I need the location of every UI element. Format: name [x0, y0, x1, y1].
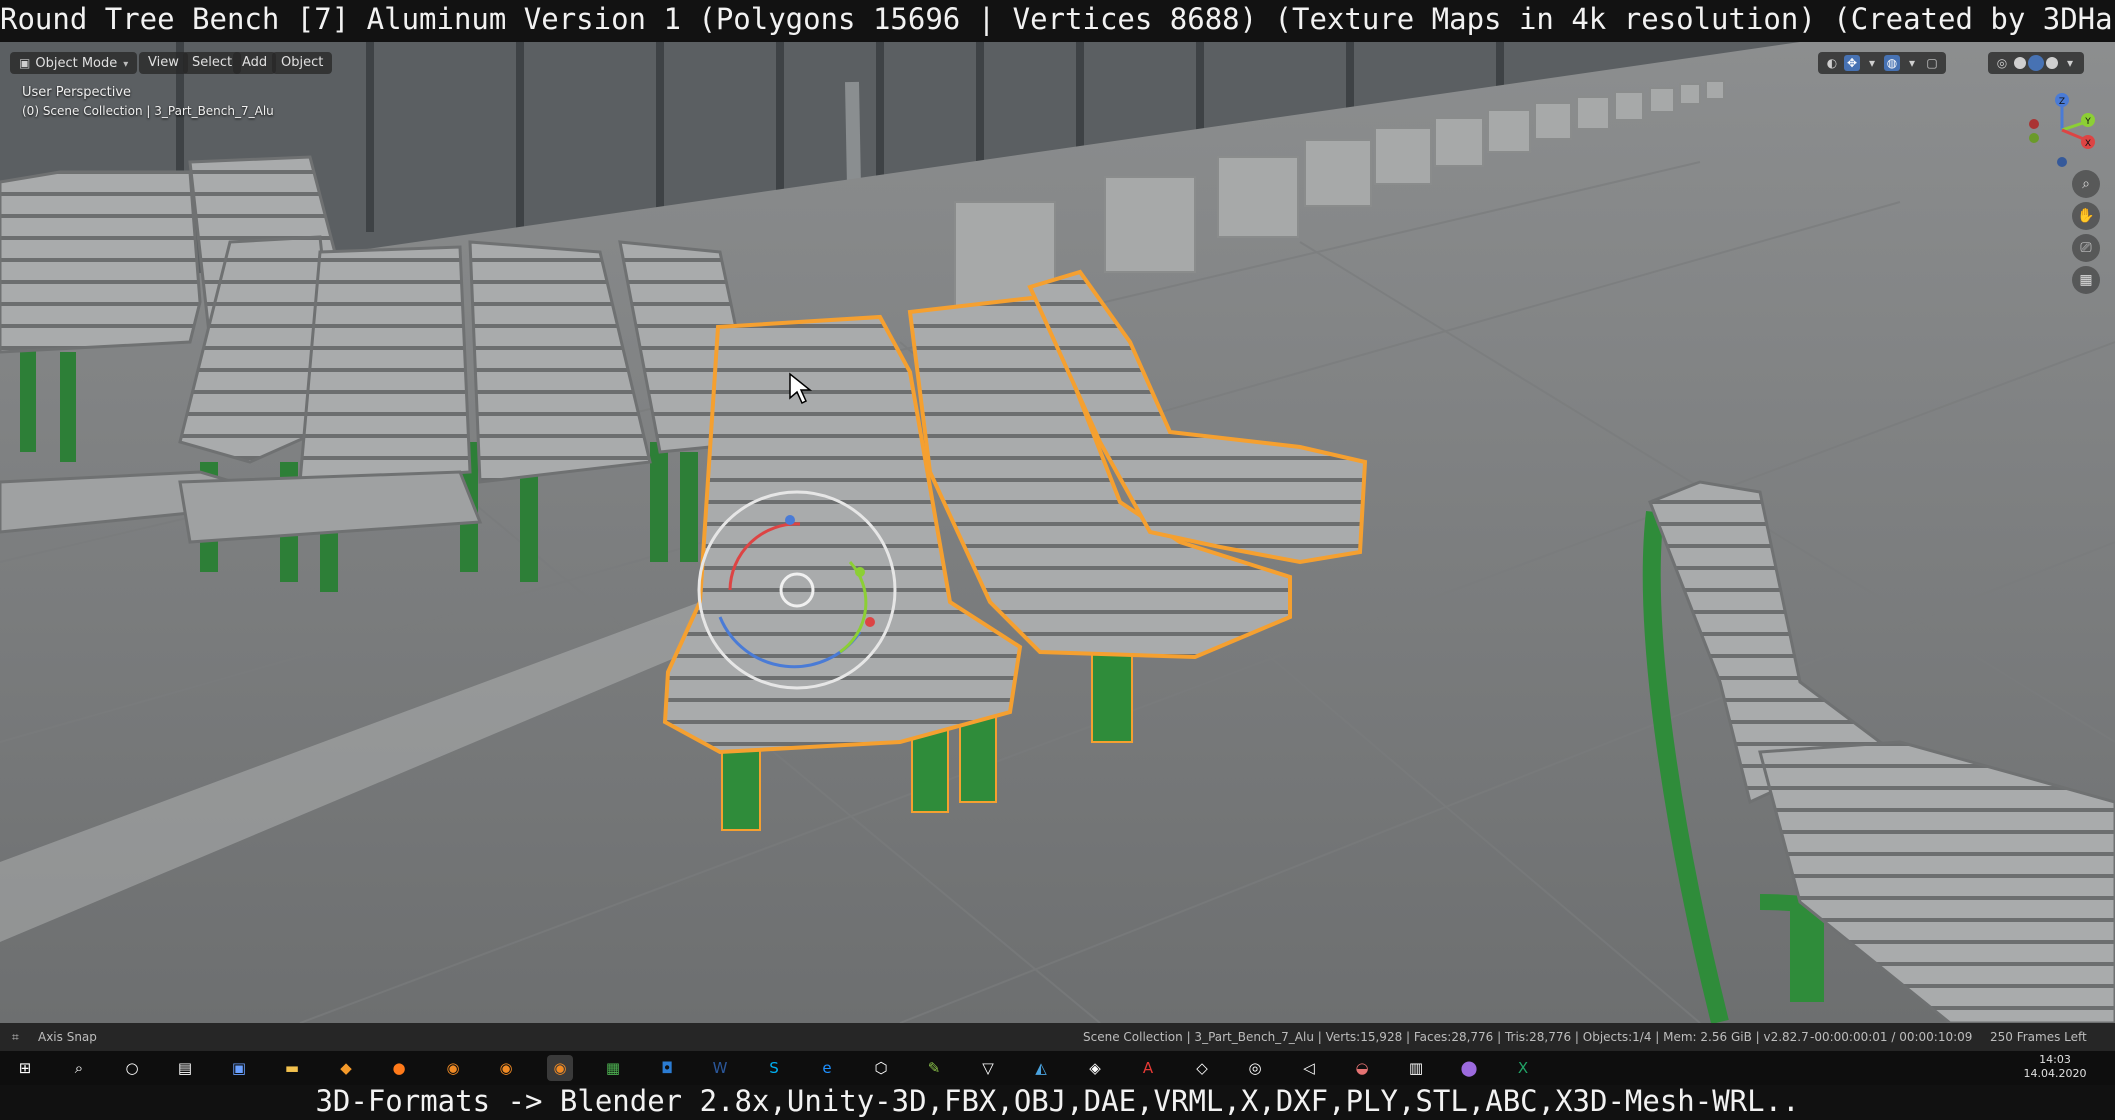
- menu-add[interactable]: Add: [233, 52, 277, 74]
- wireframe-shading-icon[interactable]: ◎: [1994, 55, 2010, 71]
- blender-active-icon[interactable]: ◉: [547, 1055, 573, 1081]
- maps-pin-icon[interactable]: ⬤: [1456, 1055, 1482, 1081]
- perspective-grid-icon[interactable]: ▦: [2072, 266, 2100, 294]
- collection-label: (0) Scene Collection | 3_Part_Bench_7_Al…: [22, 104, 274, 118]
- chevron-down-icon: ▾: [123, 59, 129, 70]
- scene-statistics: Scene Collection | 3_Part_Bench_7_Alu | …: [1083, 1030, 1809, 1044]
- chevron-down-icon[interactable]: ▾: [1864, 55, 1880, 71]
- video-title-banner: Round Tree Bench [7] Aluminum Version 1 …: [0, 0, 2115, 42]
- excel-icon[interactable]: X: [1510, 1055, 1536, 1081]
- gizmo-x-label: X: [2085, 139, 2091, 149]
- windows-taskbar: ⊞ ⌕ ○ ▤ ▣ ▬ ◆ ● ◉ ◉ ◉ ▦ ◘ W S e ⬡ ✎ ▽ ◭ …: [0, 1051, 2115, 1085]
- skype-icon[interactable]: S: [761, 1055, 787, 1081]
- gimp-icon[interactable]: ✎: [921, 1055, 947, 1081]
- pan-hand-icon[interactable]: ✋: [2072, 202, 2100, 230]
- acrobat-icon[interactable]: A: [1135, 1055, 1161, 1081]
- file-explorer-icon[interactable]: ▬: [279, 1055, 305, 1081]
- chevron-down-icon[interactable]: ▾: [2062, 55, 2078, 71]
- edge-icon[interactable]: e: [814, 1055, 840, 1081]
- visibility-tools: ◐ ✥ ▾ ◍ ▾ ▢: [1818, 52, 1946, 74]
- flame-app-icon[interactable]: ◆: [333, 1055, 359, 1081]
- menu-object[interactable]: Object: [272, 52, 333, 74]
- chevron-down-icon[interactable]: ▾: [1904, 55, 1920, 71]
- status-hint: Axis Snap: [38, 1030, 97, 1044]
- zoom-icon[interactable]: ⌕: [2072, 170, 2100, 198]
- rendered-shading-icon[interactable]: [2046, 57, 2058, 69]
- blender-icon[interactable]: ◉: [440, 1055, 466, 1081]
- overlays-toggle-icon[interactable]: ◍: [1884, 55, 1900, 71]
- unity-icon[interactable]: ◇: [1189, 1055, 1215, 1081]
- object-mode-icon: ▣: [19, 56, 31, 70]
- clock-time: 14:03: [2039, 1053, 2071, 1066]
- viewport-header: ▣ Object Mode ▾ View Select Add Object ◐ ✥…: [0, 42, 2115, 80]
- selectability-icon[interactable]: ◐: [1824, 55, 1840, 71]
- search-icon[interactable]: ⌕: [66, 1055, 92, 1081]
- outlook-icon[interactable]: ◘: [654, 1055, 680, 1081]
- 3d-viewport[interactable]: ▣ Object Mode ▾ View Select Add Object ◐ ✥…: [0, 42, 2115, 1023]
- visual-studio-icon[interactable]: ◁: [1296, 1055, 1322, 1081]
- paint-app-icon[interactable]: ◒: [1349, 1055, 1375, 1081]
- gizmo-toggle-icon[interactable]: ✥: [1844, 55, 1860, 71]
- object-mode-dropdown[interactable]: ▣ Object Mode ▾: [10, 52, 138, 74]
- material-preview-shading-icon[interactable]: [2030, 57, 2042, 69]
- camera-view-icon[interactable]: ⎚: [2072, 234, 2100, 262]
- image-editor-icon[interactable]: ▦: [600, 1055, 626, 1081]
- vmware-icon[interactable]: ◈: [1082, 1055, 1108, 1081]
- solid-shading-icon[interactable]: [2014, 57, 2026, 69]
- firefox-icon[interactable]: ●: [386, 1055, 412, 1081]
- 3d-viewer-icon[interactable]: ⬡: [868, 1055, 894, 1081]
- windows-start-icon[interactable]: ⊞: [12, 1055, 38, 1081]
- sketch-app-icon[interactable]: ◭: [1028, 1055, 1054, 1081]
- vector-app-icon[interactable]: ▽: [975, 1055, 1001, 1081]
- calculator-icon[interactable]: ▥: [1403, 1055, 1429, 1081]
- save-disk-icon[interactable]: ▣: [226, 1055, 252, 1081]
- timecode: -00:00:00:01 / 00:00:10:09: [1810, 1030, 1973, 1044]
- formats-caption: 3D-Formats -> Blender 2.8x,Unity-3D,FBX,…: [0, 1085, 2115, 1120]
- navigation-gizmo[interactable]: Z Y X: [2020, 90, 2110, 170]
- menu-view[interactable]: View: [139, 52, 188, 74]
- gizmo-z-label: Z: [2059, 97, 2065, 107]
- view-name-label: User Perspective: [22, 85, 132, 100]
- scene-render: [0, 42, 2115, 1023]
- xray-toggle-icon[interactable]: ▢: [1924, 55, 1940, 71]
- gizmo-y-label: Y: [2084, 117, 2091, 127]
- camera-app-icon[interactable]: ◎: [1242, 1055, 1268, 1081]
- object-mode-label: Object Mode: [35, 56, 118, 71]
- status-bar: ⌗ Axis Snap Scene Collection | 3_Part_Be…: [0, 1023, 2115, 1051]
- clock-date: 14.04.2020: [2023, 1067, 2087, 1080]
- word-icon[interactable]: W: [707, 1055, 733, 1081]
- frames-left: 250 Frames Left: [1990, 1030, 2087, 1044]
- task-view-icon[interactable]: ▤: [172, 1055, 198, 1081]
- axis-snap-icon: ⌗: [12, 1030, 19, 1044]
- cortana-icon[interactable]: ○: [119, 1055, 145, 1081]
- shading-mode-switcher: ◎ ▾: [1988, 52, 2084, 74]
- blender-icon[interactable]: ◉: [493, 1055, 519, 1081]
- system-clock[interactable]: 14:03 14.04.2020: [2000, 1053, 2110, 1081]
